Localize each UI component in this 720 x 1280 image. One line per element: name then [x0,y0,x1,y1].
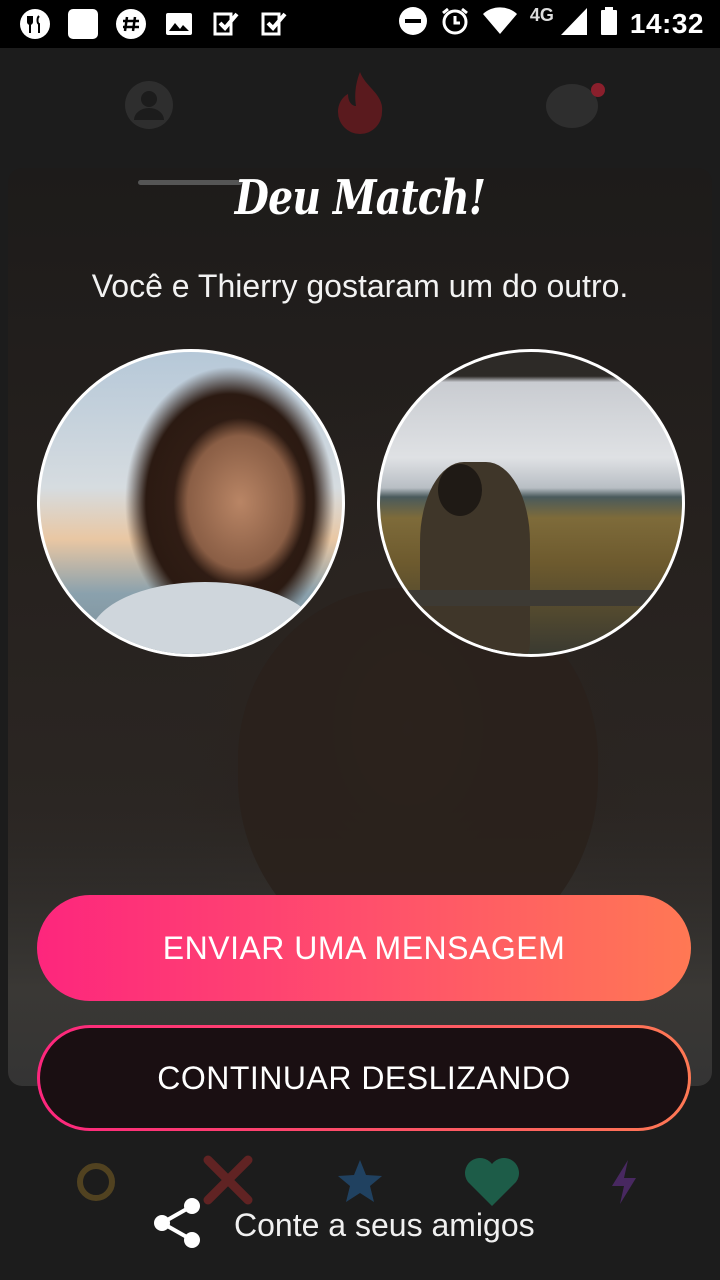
user-photo-shirt [90,582,320,654]
blank-icon [66,8,100,40]
dnd-icon [398,6,428,41]
keep-swiping-button[interactable]: CONTINUAR DESLIZANDO [37,1025,691,1131]
profile-icon[interactable] [124,80,174,135]
flame-icon[interactable] [332,70,388,139]
system-icons: 4G 14:32 [398,5,704,41]
notification-icons [18,8,292,40]
rewind-icon [72,1158,120,1211]
match-photo-head [438,464,482,516]
wifi-icon [482,6,518,41]
battery-icon [600,6,618,41]
signal-icon [560,6,588,41]
share-icon [150,1196,204,1255]
image-icon [162,8,196,40]
send-message-button[interactable]: ENVIAR UMA MENSAGEM [37,895,691,1001]
match-subtitle: Você e Thierry gostaram um do outro. [91,268,629,304]
check-square-icon [210,8,244,40]
clock: 14:32 [629,7,704,39]
user-photo [37,349,345,657]
check-square-icon [258,8,292,40]
share-button[interactable]: Conte a seus amigos [150,1196,535,1255]
fork-knife-icon [18,8,52,40]
match-photo-railing [400,590,682,606]
network-type: 4G [529,5,554,25]
messages-icon[interactable] [544,78,608,139]
slack-icon [114,8,148,40]
match-title: Deu Match! [234,170,486,226]
boost-icon [608,1158,640,1211]
match-photo [377,349,685,657]
status-bar: 4G 14:32 [0,0,720,48]
alarm-icon [440,6,470,41]
share-label: Conte a seus amigos [234,1207,535,1243]
